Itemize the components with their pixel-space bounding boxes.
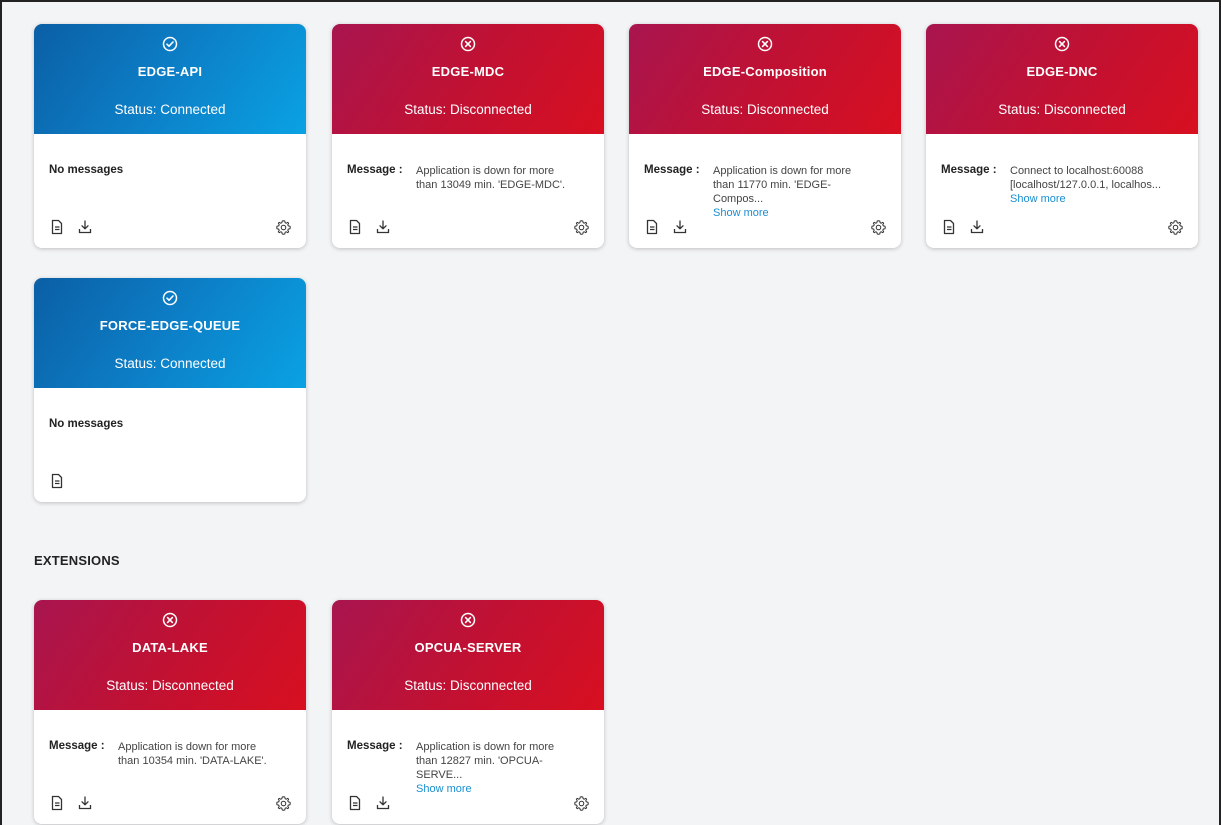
card-body: Message : Application is down for more t… <box>332 710 604 824</box>
message-label: Message : <box>49 740 105 752</box>
status-text: Status: Disconnected <box>998 102 1126 117</box>
card-body: Message : Application is down for more t… <box>332 134 604 248</box>
log-file-icon[interactable] <box>49 219 65 235</box>
download-icon[interactable] <box>77 219 93 235</box>
log-file-icon[interactable] <box>49 795 65 811</box>
gear-icon[interactable] <box>1167 219 1184 236</box>
show-more-link[interactable]: Show more <box>713 206 881 220</box>
download-icon[interactable] <box>969 219 985 235</box>
card-body: Message : Application is down for more t… <box>629 134 901 248</box>
message-text: Application is down for more than 12827 … <box>416 740 584 796</box>
no-messages-text: No messages <box>49 164 124 176</box>
card-header: DATA-LAKE Status: Disconnected <box>34 600 306 710</box>
card-body: No messages <box>34 388 306 502</box>
card-header: EDGE-DNC Status: Disconnected <box>926 24 1198 134</box>
message-label: Message : <box>941 164 997 176</box>
log-file-icon[interactable] <box>347 219 363 235</box>
download-icon[interactable] <box>77 795 93 811</box>
show-more-link[interactable]: Show more <box>1010 192 1178 206</box>
status-text: Status: Disconnected <box>701 102 829 117</box>
gear-icon[interactable] <box>870 219 887 236</box>
card-title: EDGE-API <box>137 64 203 79</box>
card-title: OPCUA-SERVER <box>414 640 522 655</box>
card-header: EDGE-MDC Status: Disconnected <box>332 24 604 134</box>
card-opcua-server: OPCUA-SERVER Status: Disconnected Messag… <box>332 600 604 824</box>
gear-icon[interactable] <box>573 795 590 812</box>
download-icon[interactable] <box>375 795 391 811</box>
message-text: Connect to localhost:60088 [localhost/12… <box>1010 164 1178 206</box>
card-title: EDGE-DNC <box>1026 64 1098 79</box>
gear-icon[interactable] <box>573 219 590 236</box>
card-force-edge-queue: FORCE-EDGE-QUEUE Status: Connected No me… <box>34 278 306 502</box>
card-header: FORCE-EDGE-QUEUE Status: Connected <box>34 278 306 388</box>
no-messages-text: No messages <box>49 418 124 430</box>
log-file-icon[interactable] <box>49 473 65 489</box>
log-file-icon[interactable] <box>941 219 957 235</box>
card-edge-dnc: EDGE-DNC Status: Disconnected Message : … <box>926 24 1198 248</box>
download-icon[interactable] <box>672 219 688 235</box>
log-file-icon[interactable] <box>347 795 363 811</box>
status-text: Status: Connected <box>114 356 226 371</box>
gear-icon[interactable] <box>275 795 292 812</box>
status-text: Status: Disconnected <box>404 102 532 117</box>
card-edge-mdc: EDGE-MDC Status: Disconnected Message : … <box>332 24 604 248</box>
card-header: EDGE-API Status: Connected <box>34 24 306 134</box>
x-circle-icon <box>460 36 476 52</box>
card-body: Message : Connect to localhost:60088 [lo… <box>926 134 1198 248</box>
check-circle-icon <box>162 290 178 306</box>
card-title: FORCE-EDGE-QUEUE <box>99 318 241 333</box>
message-text: Application is down for more than 10354 … <box>118 741 267 767</box>
log-file-icon[interactable] <box>644 219 660 235</box>
message-label: Message : <box>644 164 700 176</box>
x-circle-icon <box>1054 36 1070 52</box>
check-circle-icon <box>162 36 178 52</box>
message-label: Message : <box>347 740 403 752</box>
dashboard: EDGE-API Status: Connected No messages E… <box>0 0 1221 825</box>
message-text: Application is down for more than 13049 … <box>416 165 566 191</box>
x-circle-icon <box>460 612 476 628</box>
card-title: EDGE-Composition <box>703 64 827 79</box>
card-header: EDGE-Composition Status: Disconnected <box>629 24 901 134</box>
card-title: EDGE-MDC <box>431 64 505 79</box>
card-header: OPCUA-SERVER Status: Disconnected <box>332 600 604 710</box>
card-title: DATA-LAKE <box>132 640 208 655</box>
status-text: Status: Disconnected <box>404 678 532 693</box>
download-icon[interactable] <box>375 219 391 235</box>
gear-icon[interactable] <box>275 219 292 236</box>
message-text: Application is down for more than 11770 … <box>713 164 881 220</box>
show-more-link[interactable]: Show more <box>416 782 584 796</box>
card-edge-api: EDGE-API Status: Connected No messages <box>34 24 306 248</box>
card-data-lake: DATA-LAKE Status: Disconnected Message :… <box>34 600 306 824</box>
section-title-extensions: EXTENSIONS <box>34 553 120 568</box>
card-body: No messages <box>34 134 306 248</box>
card-edge-composition: EDGE-Composition Status: Disconnected Me… <box>629 24 901 248</box>
status-text: Status: Disconnected <box>106 678 234 693</box>
x-circle-icon <box>162 612 178 628</box>
x-circle-icon <box>757 36 773 52</box>
status-text: Status: Connected <box>114 102 226 117</box>
message-label: Message : <box>347 164 403 176</box>
card-body: Message : Application is down for more t… <box>34 710 306 824</box>
